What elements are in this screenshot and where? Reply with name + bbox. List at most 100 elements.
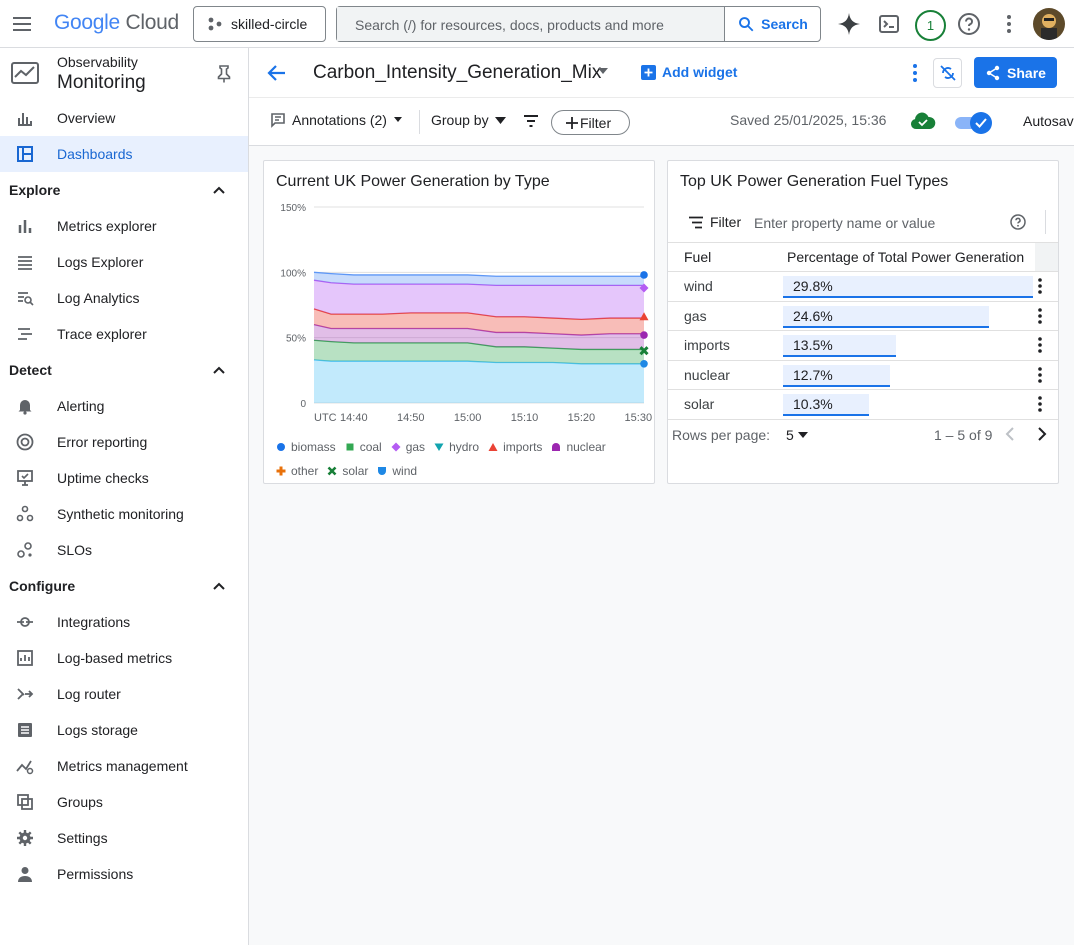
legend-item-imports[interactable]: imports — [488, 435, 542, 459]
row-menu-cell[interactable] — [1035, 271, 1058, 302]
help-icon[interactable] — [957, 12, 981, 36]
series-end-marker — [640, 271, 648, 279]
table-filter-input[interactable]: Enter property name or value — [754, 215, 935, 231]
table-title: Top UK Power Generation Fuel Types — [680, 173, 949, 190]
percentage-cell: 24.6% — [783, 301, 1035, 331]
nav-log-analytics[interactable]: Log Analytics — [0, 280, 248, 316]
legend-item-nuclear[interactable]: nuclear — [551, 435, 606, 459]
nav-slos[interactable]: SLOs — [0, 532, 248, 568]
chart-widget[interactable]: Current UK Power Generation by Type 0 50%… — [263, 160, 655, 484]
legend-label: biomass — [291, 440, 336, 454]
nav-error-reporting[interactable]: Error reporting — [0, 424, 248, 460]
section-explore[interactable]: Explore — [0, 172, 248, 208]
back-arrow-icon[interactable] — [265, 61, 289, 85]
nav-log-based-metrics[interactable]: Log-based metrics — [0, 640, 248, 676]
nav-logs-explorer[interactable]: Logs Explorer — [0, 244, 248, 280]
chevron-left-icon[interactable] — [1002, 425, 1018, 443]
logo-cloud: Cloud — [125, 11, 179, 34]
nav-logs-storage[interactable]: Logs storage — [0, 712, 248, 748]
fuel-table: Fuel Percentage of Total Power Generatio… — [668, 242, 1058, 420]
legend-item-biomass[interactable]: biomass — [276, 435, 336, 459]
column-header-fuel[interactable]: Fuel — [668, 242, 783, 272]
cloud-shell-icon[interactable] — [877, 12, 901, 36]
table-row[interactable]: wind 29.8% — [668, 271, 1058, 302]
y-tick-label: 0 — [300, 399, 306, 410]
rows-per-page-select[interactable]: 5 — [786, 427, 808, 443]
table-filter-button[interactable]: Filter — [688, 214, 741, 230]
group-by-button[interactable]: Group by — [431, 112, 506, 128]
nav-metrics-explorer[interactable]: Metrics explorer — [0, 208, 248, 244]
google-cloud-logo[interactable]: Google Cloud — [54, 11, 179, 35]
fuel-cell: solar — [668, 389, 783, 420]
autosave-toggle[interactable] — [955, 111, 992, 134]
table-widget[interactable]: Top UK Power Generation Fuel Types Filte… — [667, 160, 1059, 484]
filter-list-icon[interactable] — [523, 114, 539, 128]
row-menu-cell[interactable] — [1035, 389, 1058, 420]
main-menu-icon[interactable] — [10, 12, 34, 36]
column-header-percentage[interactable]: Percentage of Total Power Generation — [783, 242, 1035, 272]
nav-synthetic-monitoring[interactable]: Synthetic monitoring — [0, 496, 248, 532]
nav-overview[interactable]: Overview — [0, 100, 248, 136]
legend-marker-icon — [345, 442, 355, 452]
nav-trace-explorer[interactable]: Trace explorer — [0, 316, 248, 352]
caret-down-icon[interactable] — [598, 68, 608, 74]
gemini-sparkle-icon[interactable] — [837, 12, 861, 36]
percentage-cell: 10.3% — [783, 389, 1035, 420]
nav-uptime-checks[interactable]: Uptime checks — [0, 460, 248, 496]
legend-item-other[interactable]: other — [276, 459, 318, 483]
stacked-area-chart[interactable]: 0 50% 100% 150% UTC 14:40 14:50 15:00 15:10 15:20… — [264, 161, 656, 431]
nav-label: Permissions — [57, 866, 134, 882]
table-row[interactable]: nuclear 12.7% — [668, 360, 1058, 390]
row-menu-cell[interactable] — [1035, 301, 1058, 331]
dashboard-title[interactable]: Carbon_Intensity_Generation_Mix — [313, 62, 601, 84]
more-vert-icon[interactable] — [906, 62, 924, 84]
table-row[interactable]: gas 24.6% — [668, 301, 1058, 331]
nav-log-router[interactable]: Log router — [0, 676, 248, 712]
legend-item-coal[interactable]: coal — [345, 435, 382, 459]
comment-icon — [271, 113, 285, 128]
nav-permissions[interactable]: Permissions — [0, 856, 248, 892]
section-detect[interactable]: Detect — [0, 352, 248, 388]
search-input[interactable]: Search (/) for resources, docs, products… — [337, 7, 724, 41]
product-header: Observability Monitoring — [0, 48, 248, 100]
fuel-cell: nuclear — [668, 360, 783, 390]
table-body: wind 29.8% gas 24.6% imports 13.5% nuclear 12.7… — [668, 271, 1058, 420]
account-avatar[interactable] — [1033, 8, 1065, 40]
chevron-right-icon[interactable] — [1034, 425, 1050, 443]
row-menu-cell[interactable] — [1035, 360, 1058, 390]
add-widget-button[interactable]: Add widget — [641, 64, 737, 80]
nav-label: Metrics management — [57, 758, 188, 774]
bell-icon — [16, 397, 34, 415]
legend-item-wind[interactable]: wind — [377, 459, 417, 483]
section-configure[interactable]: Configure — [0, 568, 248, 604]
nav-label: Uptime checks — [57, 470, 149, 486]
monitor-icon — [16, 469, 34, 487]
legend-item-hydro[interactable]: hydro — [434, 435, 479, 459]
bar-chart-icon — [16, 217, 34, 235]
sync-off-button[interactable] — [933, 58, 962, 88]
nav-settings[interactable]: Settings — [0, 820, 248, 856]
table-row[interactable]: imports 13.5% — [668, 330, 1058, 361]
project-picker[interactable]: skilled-circle — [193, 6, 326, 42]
project-icon — [208, 17, 222, 31]
search-button[interactable]: Search — [724, 7, 820, 41]
table-row[interactable]: solar 10.3% — [668, 389, 1058, 420]
annotations-button[interactable]: Annotations (2) — [270, 112, 403, 128]
nav-integrations[interactable]: Integrations — [0, 604, 248, 640]
notifications-badge[interactable]: 1 — [915, 10, 946, 41]
help-icon[interactable] — [1010, 214, 1026, 230]
more-vert-icon[interactable] — [997, 12, 1021, 36]
filter-chip[interactable]: Filter — [551, 110, 630, 135]
row-menu-cell[interactable] — [1035, 330, 1058, 361]
share-button[interactable]: Share — [974, 57, 1057, 88]
x-axis-prefix: UTC — [314, 412, 337, 424]
nav-dashboards[interactable]: Dashboards — [0, 136, 248, 172]
autosave-label: Autosave — [1023, 113, 1074, 129]
pin-icon[interactable] — [216, 65, 232, 83]
nav-metrics-management[interactable]: Metrics management — [0, 748, 248, 784]
nav-groups[interactable]: Groups — [0, 784, 248, 820]
legend-item-gas[interactable]: gas — [391, 435, 425, 459]
legend-label: coal — [359, 440, 382, 454]
legend-item-solar[interactable]: solar — [327, 459, 368, 483]
nav-alerting[interactable]: Alerting — [0, 388, 248, 424]
